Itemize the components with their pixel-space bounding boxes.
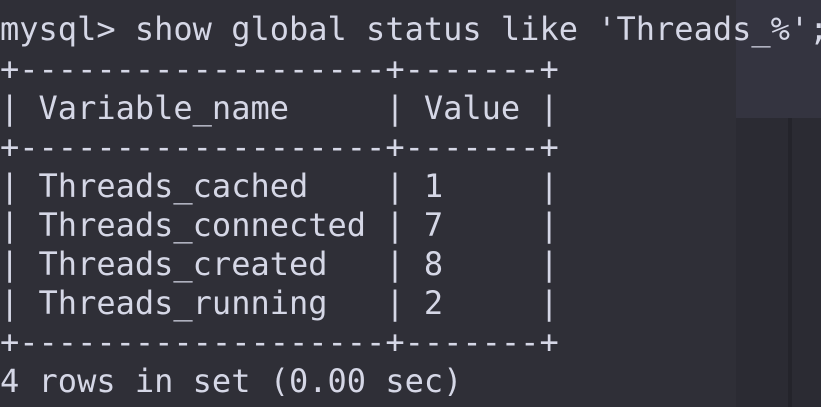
table-border-top: +-------------------+-------+ (0, 50, 559, 88)
terminal-window[interactable]: mysql> show global status like 'Threads_… (0, 0, 821, 407)
result-summary: 4 rows in set (0.00 sec) (0, 362, 463, 400)
table-row: | Threads_cached | 1 | (0, 167, 559, 205)
table-header-row: | Variable_name | Value | (0, 89, 559, 127)
sql-command: show global status like 'Threads_%'; (134, 10, 821, 48)
table-row: | Threads_connected | 7 | (0, 206, 559, 244)
scrollbar-divider (788, 118, 792, 407)
mysql-prompt: mysql> (0, 10, 116, 48)
table-border-middle: +-------------------+-------+ (0, 128, 559, 166)
table-row: | Threads_running | 2 | (0, 284, 559, 322)
command-line: mysql> show global status like 'Threads_… (0, 10, 821, 49)
table-row: | Threads_created | 8 | (0, 245, 559, 283)
table-border-bottom: +-------------------+-------+ (0, 323, 559, 361)
